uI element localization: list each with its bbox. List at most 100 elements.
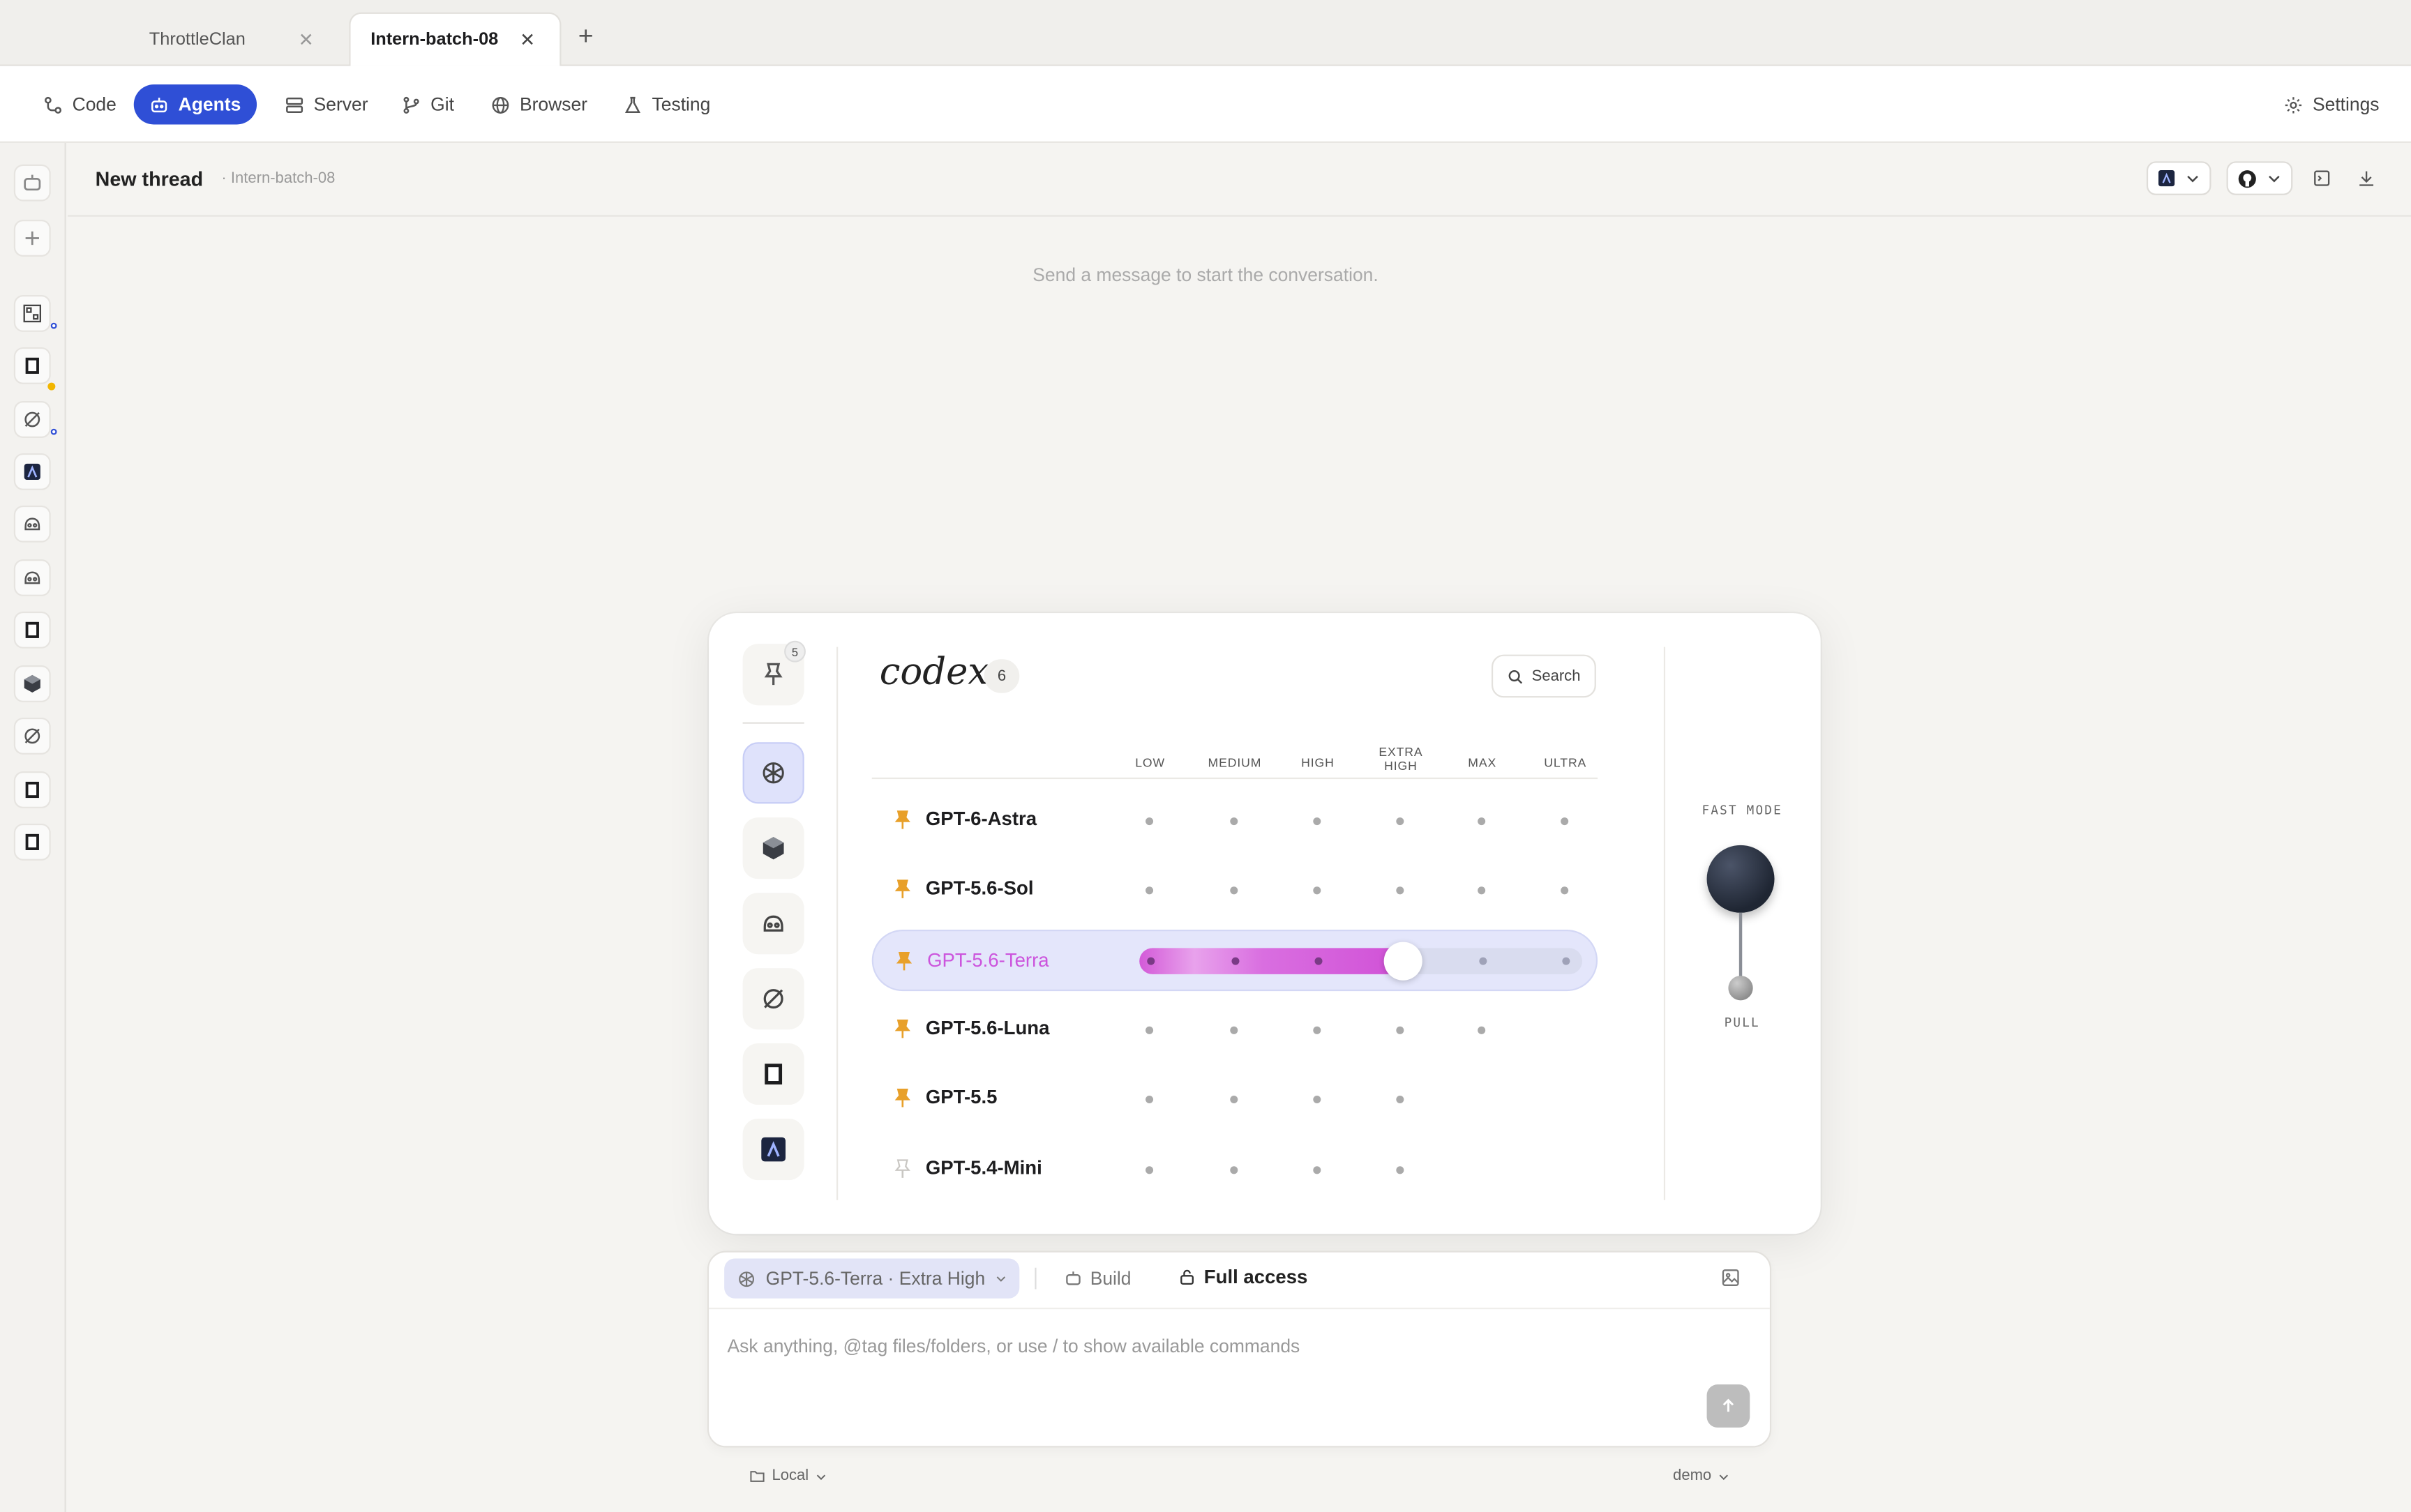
effort-level-dot[interactable] [1230, 1095, 1238, 1103]
access-button[interactable]: Full access [1178, 1267, 1307, 1287]
effort-level-dot[interactable] [1146, 1026, 1154, 1034]
effort-level-dot[interactable] [1230, 886, 1238, 895]
send-button[interactable] [1706, 1384, 1750, 1428]
settings-button[interactable]: Settings [2268, 84, 2395, 124]
tab-throttleclan[interactable]: ThrottleClan ✕ [92, 13, 338, 66]
effort-level-dot[interactable] [1313, 1166, 1321, 1174]
rail-add-button[interactable] [13, 220, 51, 257]
rail-bot-button[interactable] [13, 164, 51, 202]
pin-icon[interactable] [894, 879, 912, 900]
nav-server[interactable]: Server [269, 84, 384, 124]
server-icon [286, 96, 303, 112]
empty-state: Send a message to start the conversation… [1032, 264, 1379, 286]
rail-agent-11[interactable] [13, 823, 51, 861]
effort-level-dot[interactable] [1313, 1095, 1321, 1103]
nav-git[interactable]: Git [386, 84, 470, 124]
close-icon[interactable]: ✕ [299, 29, 314, 50]
provider-orbit[interactable] [742, 968, 804, 1030]
fast-mode-lever[interactable] [1706, 845, 1775, 913]
pinned-filter-button[interactable]: 5 [742, 640, 806, 706]
effort-level-dot[interactable] [1146, 817, 1154, 826]
effort-level-dot[interactable] [1313, 817, 1321, 826]
effort-level-dot[interactable] [1561, 817, 1569, 826]
effort-level-dot[interactable] [1230, 1166, 1238, 1174]
pin-icon[interactable] [894, 1158, 912, 1180]
rail-agent-7[interactable] [13, 611, 51, 649]
effort-level-dot[interactable] [1396, 1026, 1404, 1034]
effort-level-dot[interactable] [1147, 957, 1155, 965]
nav-agents[interactable]: Agents [133, 84, 257, 125]
build-mode-button[interactable]: Build [1064, 1268, 1132, 1290]
effort-level-dot[interactable] [1561, 886, 1569, 895]
expand-icon[interactable] [2357, 169, 2375, 187]
rail-agent-10[interactable] [13, 771, 51, 808]
pin-icon[interactable] [894, 1019, 912, 1041]
model-row[interactable]: GPT-5.5 [872, 1068, 1598, 1129]
effort-slider-knob[interactable] [1383, 942, 1422, 981]
effort-level-dot[interactable] [1231, 957, 1240, 965]
divider [1035, 1267, 1037, 1290]
effort-level-dot[interactable] [1146, 1095, 1154, 1103]
orbit-icon [24, 728, 40, 744]
terminal-icon[interactable] [2313, 169, 2331, 187]
close-icon[interactable]: ✕ [520, 29, 535, 51]
effort-level-dot[interactable] [1396, 886, 1404, 895]
provider-block[interactable] [742, 1043, 804, 1105]
pin-icon[interactable] [895, 951, 913, 973]
effort-level-dot[interactable] [1313, 1026, 1321, 1034]
effort-level-dot[interactable] [1396, 1166, 1404, 1174]
effort-level-dot[interactable] [1396, 1095, 1404, 1103]
nav-testing[interactable]: Testing [608, 84, 726, 124]
nav-label: Git [430, 93, 454, 116]
rail-agent-2[interactable] [13, 347, 51, 384]
effort-level-dot[interactable] [1314, 957, 1323, 965]
pin-icon[interactable] [894, 810, 912, 831]
prompt-input[interactable]: Ask anything, @tag files/folders, or use… [728, 1336, 1300, 1357]
model-row[interactable]: GPT-5.6-Sol [872, 859, 1598, 921]
rail-agent-4[interactable] [13, 453, 51, 490]
block-icon [765, 1064, 783, 1084]
image-attach-icon[interactable] [1720, 1268, 1741, 1288]
rail-agent-5[interactable] [13, 505, 51, 543]
location-select[interactable]: Local [749, 1467, 827, 1484]
model-row[interactable]: GPT-5.6-Luna [872, 999, 1598, 1060]
lever-handle[interactable] [1728, 976, 1753, 1001]
github-select[interactable] [2226, 161, 2293, 195]
new-tab-button[interactable]: + [578, 22, 594, 52]
agent-select[interactable] [2146, 161, 2211, 195]
rail-agent-9[interactable] [13, 717, 51, 755]
nav-browser[interactable]: Browser [475, 84, 603, 124]
search-button[interactable]: Search [1491, 654, 1596, 698]
tab-label: ThrottleClan [149, 29, 246, 49]
arrow-logo-icon [761, 1137, 786, 1162]
provider-openai[interactable] [742, 742, 804, 804]
rail-agent-6[interactable] [13, 559, 51, 596]
effort-level-dot[interactable] [1478, 1026, 1486, 1034]
effort-level-dot[interactable] [1479, 957, 1487, 965]
effort-level-dot[interactable] [1230, 817, 1238, 826]
effort-level-dot[interactable] [1313, 886, 1321, 895]
provider-cube[interactable] [742, 817, 804, 879]
search-icon [1508, 669, 1523, 683]
user-select[interactable]: demo [1673, 1467, 1730, 1484]
effort-level-dot[interactable] [1478, 817, 1486, 826]
rail-agent-3[interactable] [13, 401, 51, 438]
model-select[interactable]: GPT-5.6-Terra · Extra High [724, 1258, 1019, 1299]
model-name: GPT-5.4-Mini [925, 1157, 1042, 1179]
nav-code[interactable]: Code [28, 84, 132, 124]
model-row[interactable]: GPT-5.4-Mini [872, 1139, 1598, 1200]
pin-icon[interactable] [894, 1088, 912, 1110]
effort-level-dot[interactable] [1396, 817, 1404, 826]
effort-level-dot[interactable] [1562, 957, 1570, 965]
effort-level-dot[interactable] [1230, 1026, 1238, 1034]
rail-agent-1[interactable] [13, 295, 51, 332]
effort-level-dot[interactable] [1146, 886, 1154, 895]
model-row[interactable]: GPT-6-Astra [872, 789, 1598, 851]
provider-copilot[interactable] [742, 893, 804, 955]
rail-agent-8[interactable] [13, 665, 51, 702]
effort-level-dot[interactable] [1146, 1166, 1154, 1174]
model-row[interactable]: GPT-5.6-Terra [871, 929, 1598, 992]
tab-intern-batch-08[interactable]: Intern-batch-08 ✕ [349, 12, 562, 66]
provider-arrow[interactable] [742, 1119, 804, 1181]
effort-level-dot[interactable] [1478, 886, 1486, 895]
